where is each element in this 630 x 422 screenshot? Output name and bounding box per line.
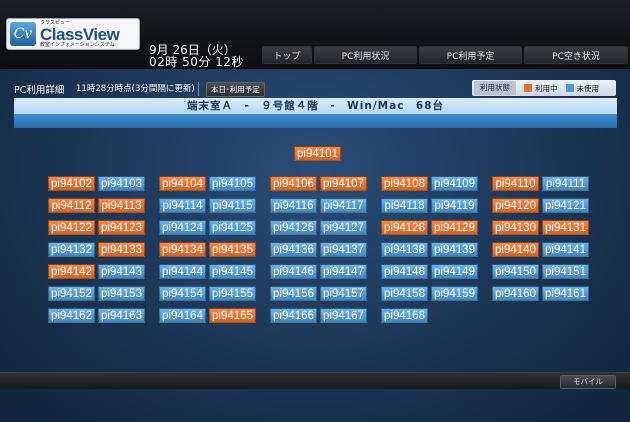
pc-tile-pi94113[interactable]: pi94113 (98, 198, 145, 213)
in-use-swatch (524, 84, 532, 92)
pc-tile-pi94109[interactable]: pi94109 (431, 176, 478, 191)
pc-tile-pi94138[interactable]: pi94138 (381, 242, 428, 257)
footer-bar (0, 372, 630, 389)
pc-tile-pi94107[interactable]: pi94107 (320, 176, 367, 191)
logo-name: ClassView (40, 24, 120, 44)
cv-logo-icon: Cv (10, 22, 36, 46)
pc-tile-pi94161[interactable]: pi94161 (542, 286, 589, 301)
pc-tile-pi94144[interactable]: pi94144 (159, 264, 206, 279)
divider (198, 82, 199, 96)
pc-tile-pi94163[interactable]: pi94163 (98, 308, 145, 323)
pc-tile-pi94146[interactable]: pi94146 (270, 264, 317, 279)
nav-top[interactable]: トップ (262, 46, 312, 64)
pc-tile-pi94142[interactable]: pi94142 (48, 264, 95, 279)
pc-tile-pi94132[interactable]: pi94132 (48, 242, 95, 257)
pc-tile-pi94126[interactable]: pi94126 (270, 220, 317, 235)
pc-tile-pi94103[interactable]: pi94103 (98, 176, 145, 191)
pc-tile-pi94160[interactable]: pi94160 (492, 286, 539, 301)
room-title: 端末室Ａ - ９号館４階 - Win/Mac 68台 (14, 98, 617, 114)
classview-logo[interactable]: Cv クラスビュー ClassView 教室インフォメーションシステム (6, 18, 140, 50)
current-time: 02時 50分 12秒 (149, 55, 244, 69)
pc-tile-pi94128[interactable]: pi94128 (381, 220, 428, 235)
pc-tile-pi94162[interactable]: pi94162 (48, 308, 95, 323)
today-schedule-button[interactable]: 本日･利用予定 (206, 82, 265, 97)
pc-tile-pi94101[interactable]: pi94101 (294, 146, 341, 161)
pc-tile-pi94114[interactable]: pi94114 (159, 198, 206, 213)
pc-tile-pi94143[interactable]: pi94143 (98, 264, 145, 279)
pc-tile-pi94112[interactable]: pi94112 (48, 198, 95, 213)
header-bar: Cv クラスビュー ClassView 教室インフォメーションシステム 9月 2… (0, 0, 630, 69)
pc-tile-pi94158[interactable]: pi94158 (381, 286, 428, 301)
pc-tile-pi94155[interactable]: pi94155 (209, 286, 256, 301)
pc-tile-pi94157[interactable]: pi94157 (320, 286, 367, 301)
pc-tile-pi94167[interactable]: pi94167 (320, 308, 367, 323)
pc-tile-pi94124[interactable]: pi94124 (159, 220, 206, 235)
pc-tile-pi94119[interactable]: pi94119 (431, 198, 478, 213)
update-status: 11時28分時点(3分間隔に更新) (76, 84, 195, 94)
pc-tile-pi94156[interactable]: pi94156 (270, 286, 317, 301)
pc-tile-pi94108[interactable]: pi94108 (381, 176, 428, 191)
pc-tile-pi94102[interactable]: pi94102 (48, 176, 95, 191)
pc-tile-pi94137[interactable]: pi94137 (320, 242, 367, 257)
legend-label: 利用状態 (474, 81, 516, 95)
page-title: PC利用詳細 (14, 85, 65, 96)
pc-tile-pi94133[interactable]: pi94133 (98, 242, 145, 257)
pc-tile-pi94116[interactable]: pi94116 (270, 198, 317, 213)
nav-pc-usage-schedule[interactable]: PC利用予定 (419, 46, 522, 64)
pc-tile-pi94117[interactable]: pi94117 (320, 198, 367, 213)
pc-tile-pi94122[interactable]: pi94122 (48, 220, 95, 235)
pc-tile-pi94106[interactable]: pi94106 (270, 176, 317, 191)
legend-in-use: 利用中 (535, 83, 558, 93)
pc-tile-pi94110[interactable]: pi94110 (492, 176, 539, 191)
pc-tile-pi94104[interactable]: pi94104 (159, 176, 206, 191)
pc-tile-pi94140[interactable]: pi94140 (492, 242, 539, 257)
pc-tile-pi94130[interactable]: pi94130 (492, 220, 539, 235)
pc-tile-pi94154[interactable]: pi94154 (159, 286, 206, 301)
room-band-bar (14, 114, 617, 128)
pc-tile-pi94139[interactable]: pi94139 (431, 242, 478, 257)
mobile-button[interactable]: モバイル (560, 375, 616, 389)
pc-tile-pi94105[interactable]: pi94105 (209, 176, 256, 191)
pc-tile-pi94165[interactable]: pi94165 (209, 308, 256, 323)
main-nav: トップ PC利用状況 PC利用予定 PC空き状況 (262, 46, 630, 66)
legend-unused: 未使用 (576, 83, 600, 93)
logo-subtitle: 教室インフォメーションシステム (40, 41, 115, 48)
pc-tile-pi94123[interactable]: pi94123 (98, 220, 145, 235)
nav-pc-usage-status[interactable]: PC利用状況 (314, 46, 417, 64)
pc-tile-pi94150[interactable]: pi94150 (492, 264, 539, 279)
pc-tile-pi94111[interactable]: pi94111 (542, 176, 589, 191)
pc-tile-pi94127[interactable]: pi94127 (320, 220, 367, 235)
pc-tile-pi94151[interactable]: pi94151 (542, 264, 589, 279)
pc-tile-pi94134[interactable]: pi94134 (159, 242, 206, 257)
pc-tile-pi94141[interactable]: pi94141 (542, 242, 589, 257)
pc-tile-pi94136[interactable]: pi94136 (270, 242, 317, 257)
pc-tile-pi94125[interactable]: pi94125 (209, 220, 256, 235)
unused-swatch (565, 84, 574, 92)
pc-tile-pi94129[interactable]: pi94129 (431, 220, 478, 235)
pc-tile-pi94149[interactable]: pi94149 (431, 264, 478, 279)
pc-tile-pi94152[interactable]: pi94152 (48, 286, 95, 301)
pc-tile-pi94120[interactable]: pi94120 (492, 198, 539, 213)
pc-tile-pi94168[interactable]: pi94168 (381, 308, 428, 323)
pc-tile-pi94159[interactable]: pi94159 (431, 286, 478, 301)
pc-tile-pi94121[interactable]: pi94121 (542, 198, 589, 213)
pc-tile-pi94131[interactable]: pi94131 (542, 220, 589, 235)
pc-tile-pi94145[interactable]: pi94145 (209, 264, 256, 279)
pc-tile-pi94164[interactable]: pi94164 (159, 308, 206, 323)
pc-tile-pi94153[interactable]: pi94153 (98, 286, 145, 301)
pc-tile-pi94115[interactable]: pi94115 (209, 198, 256, 213)
pc-tile-pi94147[interactable]: pi94147 (320, 264, 367, 279)
pc-tile-pi94118[interactable]: pi94118 (381, 198, 428, 213)
pc-tile-pi94135[interactable]: pi94135 (209, 242, 256, 257)
status-legend: 利用状態 利用中 未使用 (472, 80, 616, 96)
pc-tile-pi94148[interactable]: pi94148 (381, 264, 428, 279)
nav-pc-availability[interactable]: PC空き状況 (524, 46, 628, 64)
pc-tile-pi94166[interactable]: pi94166 (270, 308, 317, 323)
